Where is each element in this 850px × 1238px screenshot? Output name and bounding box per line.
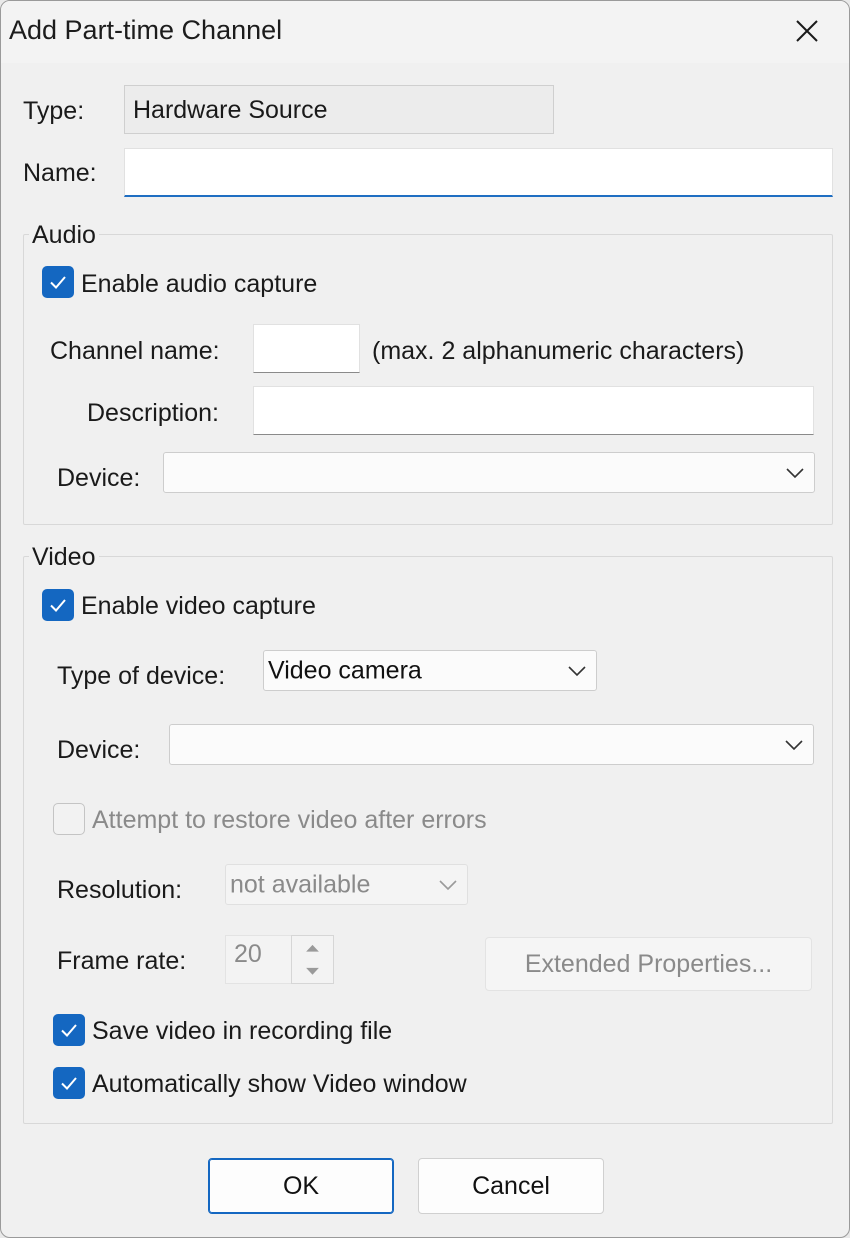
frame-rate-input[interactable]: 20 bbox=[225, 935, 292, 984]
audio-device-label: Device: bbox=[57, 464, 141, 492]
video-device-select[interactable] bbox=[169, 724, 814, 765]
auto-show-video-label: Automatically show Video window bbox=[92, 1070, 467, 1098]
enable-video-checkbox[interactable] bbox=[42, 589, 74, 621]
audio-device-select[interactable] bbox=[163, 452, 815, 493]
description-label: Description: bbox=[87, 399, 219, 427]
enable-video-label: Enable video capture bbox=[81, 592, 316, 620]
frame-rate-up-button[interactable] bbox=[292, 936, 333, 960]
resolution-label: Resolution: bbox=[57, 876, 183, 904]
frame-rate-down-button[interactable] bbox=[292, 960, 333, 984]
type-label: Type: bbox=[23, 97, 85, 125]
chevron-down-icon bbox=[784, 466, 806, 480]
checkmark-icon bbox=[50, 276, 66, 289]
channel-name-label: Channel name: bbox=[50, 337, 220, 365]
video-group-title: Video bbox=[29, 543, 99, 572]
save-video-label: Save video in recording file bbox=[92, 1017, 393, 1045]
close-icon bbox=[796, 20, 818, 42]
resolution-select[interactable]: not available bbox=[225, 864, 468, 905]
channel-name-hint: (max. 2 alphanumeric characters) bbox=[372, 337, 745, 365]
extended-properties-button[interactable]: Extended Properties... bbox=[485, 937, 812, 991]
checkmark-icon bbox=[61, 1077, 77, 1090]
chevron-down-icon bbox=[437, 878, 459, 892]
audio-group-title: Audio bbox=[29, 221, 99, 250]
chevron-down-icon bbox=[566, 664, 588, 678]
enable-audio-label: Enable audio capture bbox=[81, 270, 318, 298]
checkmark-icon bbox=[50, 599, 66, 612]
add-channel-dialog: Add Part-time Channel Type: Hardware Sou… bbox=[0, 0, 850, 1238]
type-of-device-select[interactable]: Video camera bbox=[263, 650, 597, 691]
restore-video-checkbox[interactable] bbox=[53, 803, 85, 835]
channel-name-input[interactable] bbox=[253, 324, 360, 373]
resolution-value: not available bbox=[230, 870, 371, 898]
frame-rate-spinner bbox=[291, 935, 334, 984]
arrow-down-icon bbox=[306, 967, 319, 975]
save-video-checkbox[interactable] bbox=[53, 1014, 85, 1046]
restore-video-label: Attempt to restore video after errors bbox=[92, 806, 487, 834]
type-field: Hardware Source bbox=[124, 85, 554, 134]
close-button[interactable] bbox=[785, 11, 829, 51]
cancel-button[interactable]: Cancel bbox=[418, 1158, 604, 1214]
frame-rate-label: Frame rate: bbox=[57, 947, 187, 975]
name-input[interactable] bbox=[124, 148, 833, 197]
enable-audio-checkbox[interactable] bbox=[42, 266, 74, 298]
chevron-down-icon bbox=[783, 738, 805, 752]
checkmark-icon bbox=[61, 1024, 77, 1037]
title-bar: Add Part-time Channel bbox=[1, 1, 849, 63]
type-of-device-label: Type of device: bbox=[57, 662, 226, 690]
name-label: Name: bbox=[23, 159, 97, 187]
arrow-up-icon bbox=[306, 944, 319, 952]
ok-button[interactable]: OK bbox=[208, 1158, 394, 1214]
window-title: Add Part-time Channel bbox=[9, 15, 283, 45]
type-of-device-value: Video camera bbox=[268, 656, 422, 684]
auto-show-video-checkbox[interactable] bbox=[53, 1067, 85, 1099]
description-input[interactable] bbox=[253, 386, 814, 435]
video-device-label: Device: bbox=[57, 736, 141, 764]
